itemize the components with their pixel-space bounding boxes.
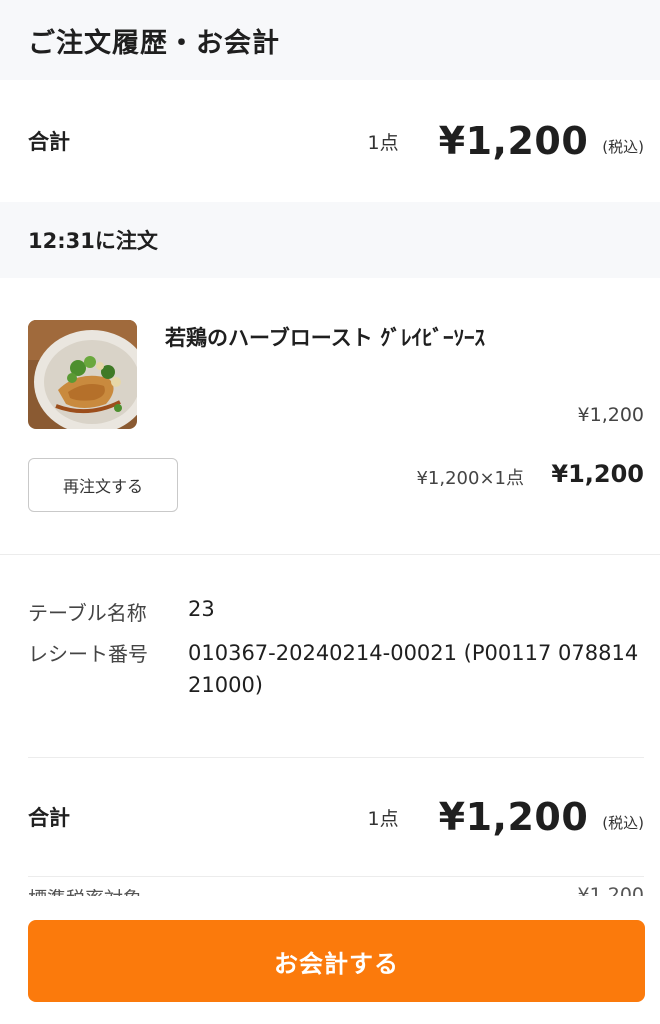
total-amount: ¥1,200 — [438, 119, 589, 163]
total-summary-bottom: 合計 1点 ¥1,200 (税込) — [0, 758, 660, 876]
page-header: ご注文履歴・お会計 — [0, 0, 660, 80]
receipt-row: レシート番号 010367-20240214-00021 (P00117 078… — [28, 638, 644, 701]
order-time-header: 12:31に注文 — [0, 202, 660, 278]
item-line-total: ¥1,200 — [551, 460, 644, 488]
total-quantity: 1点 — [367, 807, 399, 830]
total-label: 合計 — [28, 806, 70, 830]
order-time-label: 12:31に注文 — [28, 229, 158, 253]
table-name-label: テーブル名称 — [28, 601, 147, 625]
order-item: 若鶏のハーブロースト ｸﾞﾚｲﾋﾞｰｿｰｽ ¥1,200 再注文する ¥1,20… — [0, 278, 660, 554]
reorder-button[interactable]: 再注文する — [28, 458, 178, 512]
total-summary-top: 合計 1点 ¥1,200 (税込) — [0, 80, 660, 202]
tax-note: (税込) — [602, 137, 644, 156]
checkout-button[interactable]: お会計する — [28, 920, 645, 1002]
footer-backdrop — [0, 896, 660, 920]
total-quantity: 1点 — [367, 131, 399, 154]
table-name-value: 23 — [188, 597, 215, 621]
receipt-info: テーブル名称 23 レシート番号 010367-20240214-00021 (… — [0, 555, 660, 757]
page-title: ご注文履歴・お会計 — [28, 27, 280, 59]
table-row: テーブル名称 23 — [28, 597, 644, 626]
item-price-calculation: ¥1,200×1点 — [416, 468, 524, 489]
total-amount: ¥1,200 — [438, 795, 589, 839]
total-label: 合計 — [28, 130, 70, 154]
receipt-number-label: レシート番号 — [28, 642, 148, 666]
tax-note: (税込) — [602, 813, 644, 832]
receipt-number-value: 010367-20240214-00021 (P00117 0788142100… — [188, 641, 639, 697]
item-name: 若鶏のハーブロースト ｸﾞﾚｲﾋﾞｰｿｰｽ — [165, 326, 485, 350]
item-unit-price: ¥1,200 — [577, 404, 644, 426]
item-photo — [28, 320, 137, 429]
